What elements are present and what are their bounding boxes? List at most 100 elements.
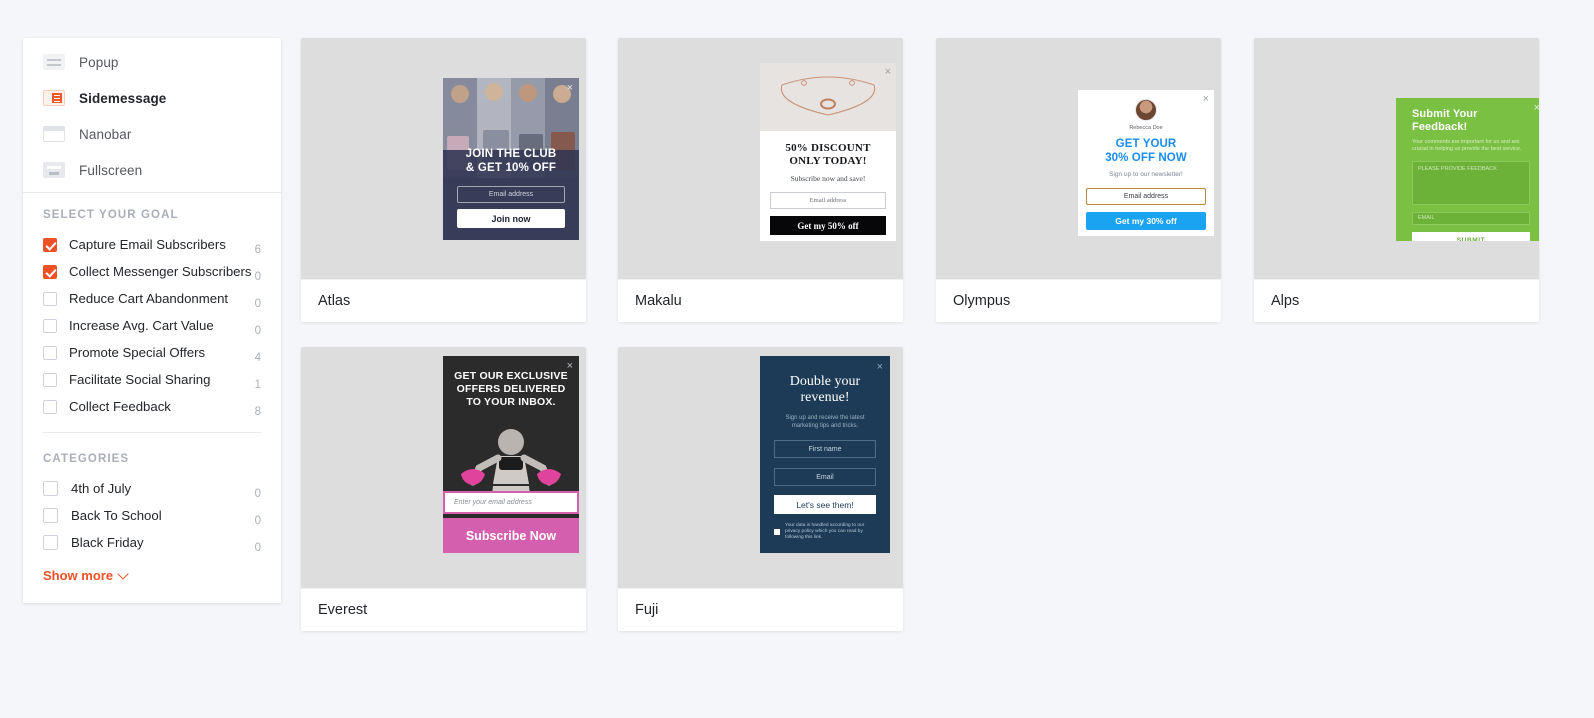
- goal-section-title: SELECT YOUR GOAL: [43, 209, 179, 221]
- email-field[interactable]: Email address: [770, 192, 886, 209]
- category-label: Back To School: [71, 508, 162, 523]
- sidebar-item-sidemessage[interactable]: Sidemessage: [23, 80, 281, 116]
- goal-item-collect-messenger-subscribers[interactable]: Collect Messenger Subscribers 0: [43, 258, 261, 285]
- fullscreen-icon: [43, 162, 65, 178]
- avatar: [1135, 99, 1157, 121]
- category-item-4th-of-july[interactable]: 4th of July 0: [43, 475, 261, 502]
- template-name: Fuji: [618, 588, 903, 631]
- goal-count: 0: [254, 298, 261, 310]
- close-icon[interactable]: ×: [877, 362, 883, 373]
- checkbox[interactable]: [43, 372, 57, 387]
- goal-label: Collect Feedback: [69, 399, 171, 414]
- get-discount-button[interactable]: Get my 30% off: [1086, 212, 1206, 230]
- category-count: 0: [254, 488, 261, 500]
- sidebar-item-fullscreen[interactable]: Fullscreen: [23, 152, 281, 188]
- checkbox[interactable]: [43, 291, 57, 306]
- privacy-text: Your data is handled according to our pr…: [785, 523, 865, 540]
- sidebar-item-nanobar[interactable]: Nanobar: [23, 116, 281, 152]
- checkbox[interactable]: [43, 481, 58, 496]
- goal-filter-section: SELECT YOUR GOAL Capture Email Subscribe…: [23, 193, 281, 437]
- goal-item-capture-email-subscribers[interactable]: Capture Email Subscribers 6: [43, 231, 261, 258]
- popup-icon: [43, 54, 65, 70]
- goal-item-reduce-cart-abandonment[interactable]: Reduce Cart Abandonment 0: [43, 285, 261, 312]
- category-item-back-to-school[interactable]: Back To School 0: [43, 502, 261, 529]
- join-now-button[interactable]: Join now: [457, 209, 565, 228]
- goal-count: 1: [254, 379, 261, 391]
- goal-count: 6: [254, 244, 261, 256]
- privacy-consent-row[interactable]: Your data is handled according to our pr…: [774, 523, 876, 541]
- template-card-olympus[interactable]: × Rebecca Doe GET YOUR 30% OFF NOW Sign …: [936, 38, 1221, 322]
- olympus-popup-preview: × Rebecca Doe GET YOUR 30% OFF NOW Sign …: [1078, 90, 1214, 236]
- goal-item-collect-feedback[interactable]: Collect Feedback 8: [43, 393, 261, 420]
- nanobar-icon: [43, 126, 65, 142]
- category-label: 4th of July: [71, 481, 132, 496]
- submit-button[interactable]: SUBMIT: [1412, 232, 1530, 241]
- show-more-button[interactable]: Show more: [43, 556, 261, 599]
- email-field[interactable]: Enter your email address: [443, 491, 579, 514]
- email-field[interactable]: EMAIL: [1412, 212, 1530, 225]
- template-name: Atlas: [301, 279, 586, 322]
- checkbox[interactable]: [43, 264, 57, 279]
- checkbox[interactable]: [774, 529, 780, 535]
- template-card-atlas[interactable]: × JOIN THE CLUB & GET 10% OFF Email addr…: [301, 38, 586, 322]
- template-card-everest[interactable]: × GET OUR EXCLUSIVE OFFERS DELIVERED TO …: [301, 347, 586, 631]
- close-icon[interactable]: ×: [1534, 103, 1539, 114]
- goal-item-promote-special-offers[interactable]: Promote Special Offers 4: [43, 339, 261, 366]
- checkbox[interactable]: [43, 535, 58, 550]
- category-count: 0: [254, 515, 261, 527]
- goal-count: 4: [254, 352, 261, 364]
- alps-subtitle: Your comments are important for us and a…: [1412, 139, 1522, 152]
- close-icon[interactable]: ×: [885, 67, 891, 78]
- fuji-popup-preview: × Double your revenue! Sign up and recei…: [760, 356, 890, 553]
- close-icon[interactable]: ×: [567, 83, 573, 94]
- email-field[interactable]: Email address: [1086, 188, 1206, 205]
- subscribe-button[interactable]: Subscribe Now: [443, 518, 579, 553]
- template-preview: × Double your revenue! Sign up and recei…: [618, 347, 903, 588]
- goal-label: Reduce Cart Abandonment: [69, 291, 229, 306]
- template-card-makalu[interactable]: × 50% DISCOUNT ONLY TODAY! Subscribe now…: [618, 38, 903, 322]
- fuji-headline: Double your revenue!: [789, 374, 861, 405]
- goal-item-increase-avg-cart-value[interactable]: Increase Avg. Cart Value 0: [43, 312, 261, 339]
- alps-headline: Submit Your Feedback!: [1412, 108, 1478, 133]
- categories-filter-section: CATEGORIES 4th of July 0 Back To School …: [23, 437, 281, 603]
- goal-label: Facilitate Social Sharing: [69, 372, 211, 387]
- bracelet-illustration: [760, 63, 896, 131]
- jewelry-image: [760, 63, 896, 131]
- template-preview: × Submit Your Feedback! Your comments ar…: [1254, 38, 1539, 279]
- close-icon[interactable]: ×: [1203, 94, 1209, 105]
- makalu-popup-preview: × 50% DISCOUNT ONLY TODAY! Subscribe now…: [760, 63, 896, 241]
- close-icon[interactable]: ×: [567, 361, 573, 372]
- makalu-subtitle: Subscribe now and save!: [790, 174, 866, 183]
- checkbox[interactable]: [43, 237, 57, 252]
- divider: [43, 432, 261, 433]
- checkbox[interactable]: [43, 399, 57, 414]
- template-preview: × GET OUR EXCLUSIVE OFFERS DELIVERED TO …: [301, 347, 586, 588]
- sidebar-item-popup[interactable]: Popup: [23, 44, 281, 80]
- template-preview: × JOIN THE CLUB & GET 10% OFF Email addr…: [301, 38, 586, 279]
- email-field[interactable]: Email: [774, 468, 876, 486]
- checkbox[interactable]: [43, 318, 57, 333]
- everest-headline: GET OUR EXCLUSIVE OFFERS DELIVERED TO YO…: [454, 370, 568, 408]
- submit-button[interactable]: Let's see them!: [774, 495, 876, 514]
- goal-label: Capture Email Subscribers: [69, 237, 226, 252]
- template-library-page: Popup Sidemessage Nanobar Fullscreen SEL…: [0, 0, 1594, 718]
- goal-label: Collect Messenger Subscribers: [69, 264, 252, 279]
- template-card-fuji[interactable]: × Double your revenue! Sign up and recei…: [618, 347, 903, 631]
- category-item-black-friday[interactable]: Black Friday 0: [43, 529, 261, 556]
- email-field[interactable]: Email address: [457, 186, 565, 203]
- atlas-popup-preview: × JOIN THE CLUB & GET 10% OFF Email addr…: [443, 78, 579, 240]
- get-discount-button[interactable]: Get my 50% off: [770, 216, 886, 235]
- goal-count: 0: [254, 325, 261, 337]
- category-label: Black Friday: [71, 535, 144, 550]
- template-card-alps[interactable]: × Submit Your Feedback! Your comments ar…: [1254, 38, 1539, 322]
- fuji-subtitle: Sign up and receive the latest marketing…: [785, 415, 865, 429]
- first-name-field[interactable]: First name: [774, 440, 876, 458]
- filter-sidebar: Popup Sidemessage Nanobar Fullscreen SEL…: [23, 38, 281, 603]
- template-preview: × 50% DISCOUNT ONLY TODAY! Subscribe now…: [618, 38, 903, 279]
- sidebar-item-label: Sidemessage: [79, 90, 167, 106]
- goal-item-facilitate-social-sharing[interactable]: Facilitate Social Sharing 1: [43, 366, 261, 393]
- checkbox[interactable]: [43, 508, 58, 523]
- feedback-textarea[interactable]: PLEASE PROVIDE FEEDBACK: [1412, 161, 1530, 205]
- checkbox[interactable]: [43, 345, 57, 360]
- categories-section-title: CATEGORIES: [43, 453, 130, 465]
